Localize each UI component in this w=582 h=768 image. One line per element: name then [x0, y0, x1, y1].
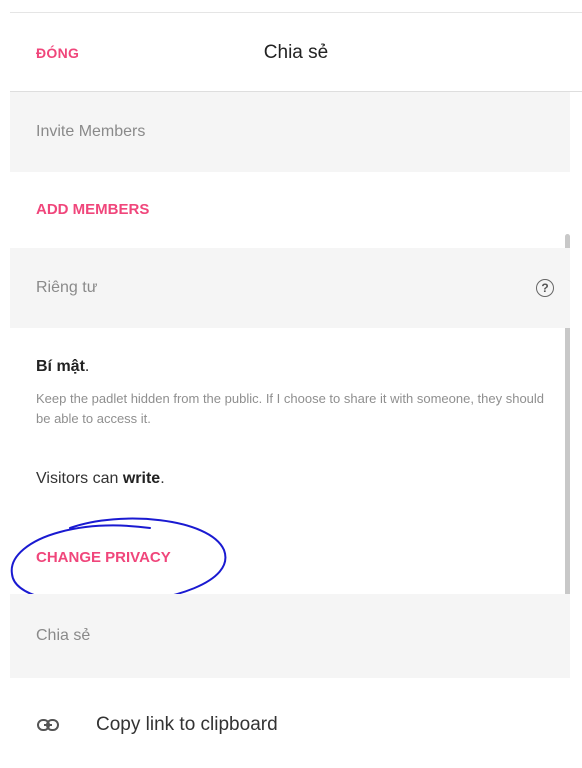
privacy-header: Riêng tư ?	[10, 248, 570, 328]
share-header: Chia sẻ	[10, 594, 570, 678]
privacy-description: Keep the padlet hidden from the public. …	[36, 391, 545, 426]
privacy-mode-name: Bí mật	[36, 358, 85, 375]
share-dialog-header: ĐÓNG Chia sẻ	[10, 13, 582, 92]
privacy-mode-title: Bí mật.	[36, 358, 90, 375]
change-privacy-button[interactable]: CHANGE PRIVACY	[36, 549, 171, 566]
invite-members-header: Invite Members	[10, 92, 570, 172]
link-icon	[37, 719, 59, 731]
help-icon[interactable]: ?	[536, 279, 554, 297]
copy-link-label: Copy link to clipboard	[96, 714, 278, 735]
visitor-permission-value: write	[122, 470, 161, 487]
share-label: Chia sẻ	[36, 627, 91, 644]
dialog-title: Chia sẻ	[263, 42, 329, 63]
privacy-label: Riêng tư	[36, 279, 98, 296]
visitor-permission-text: Visitors can write.	[36, 470, 165, 487]
copy-link-row[interactable]: Copy link to clipboard	[10, 682, 570, 768]
invite-members-label: Invite Members	[36, 123, 146, 140]
share-panel: Invite Members ADD MEMBERS Riêng tư ? Bí…	[10, 92, 570, 758]
add-members-button[interactable]: ADD MEMBERS	[36, 201, 149, 218]
